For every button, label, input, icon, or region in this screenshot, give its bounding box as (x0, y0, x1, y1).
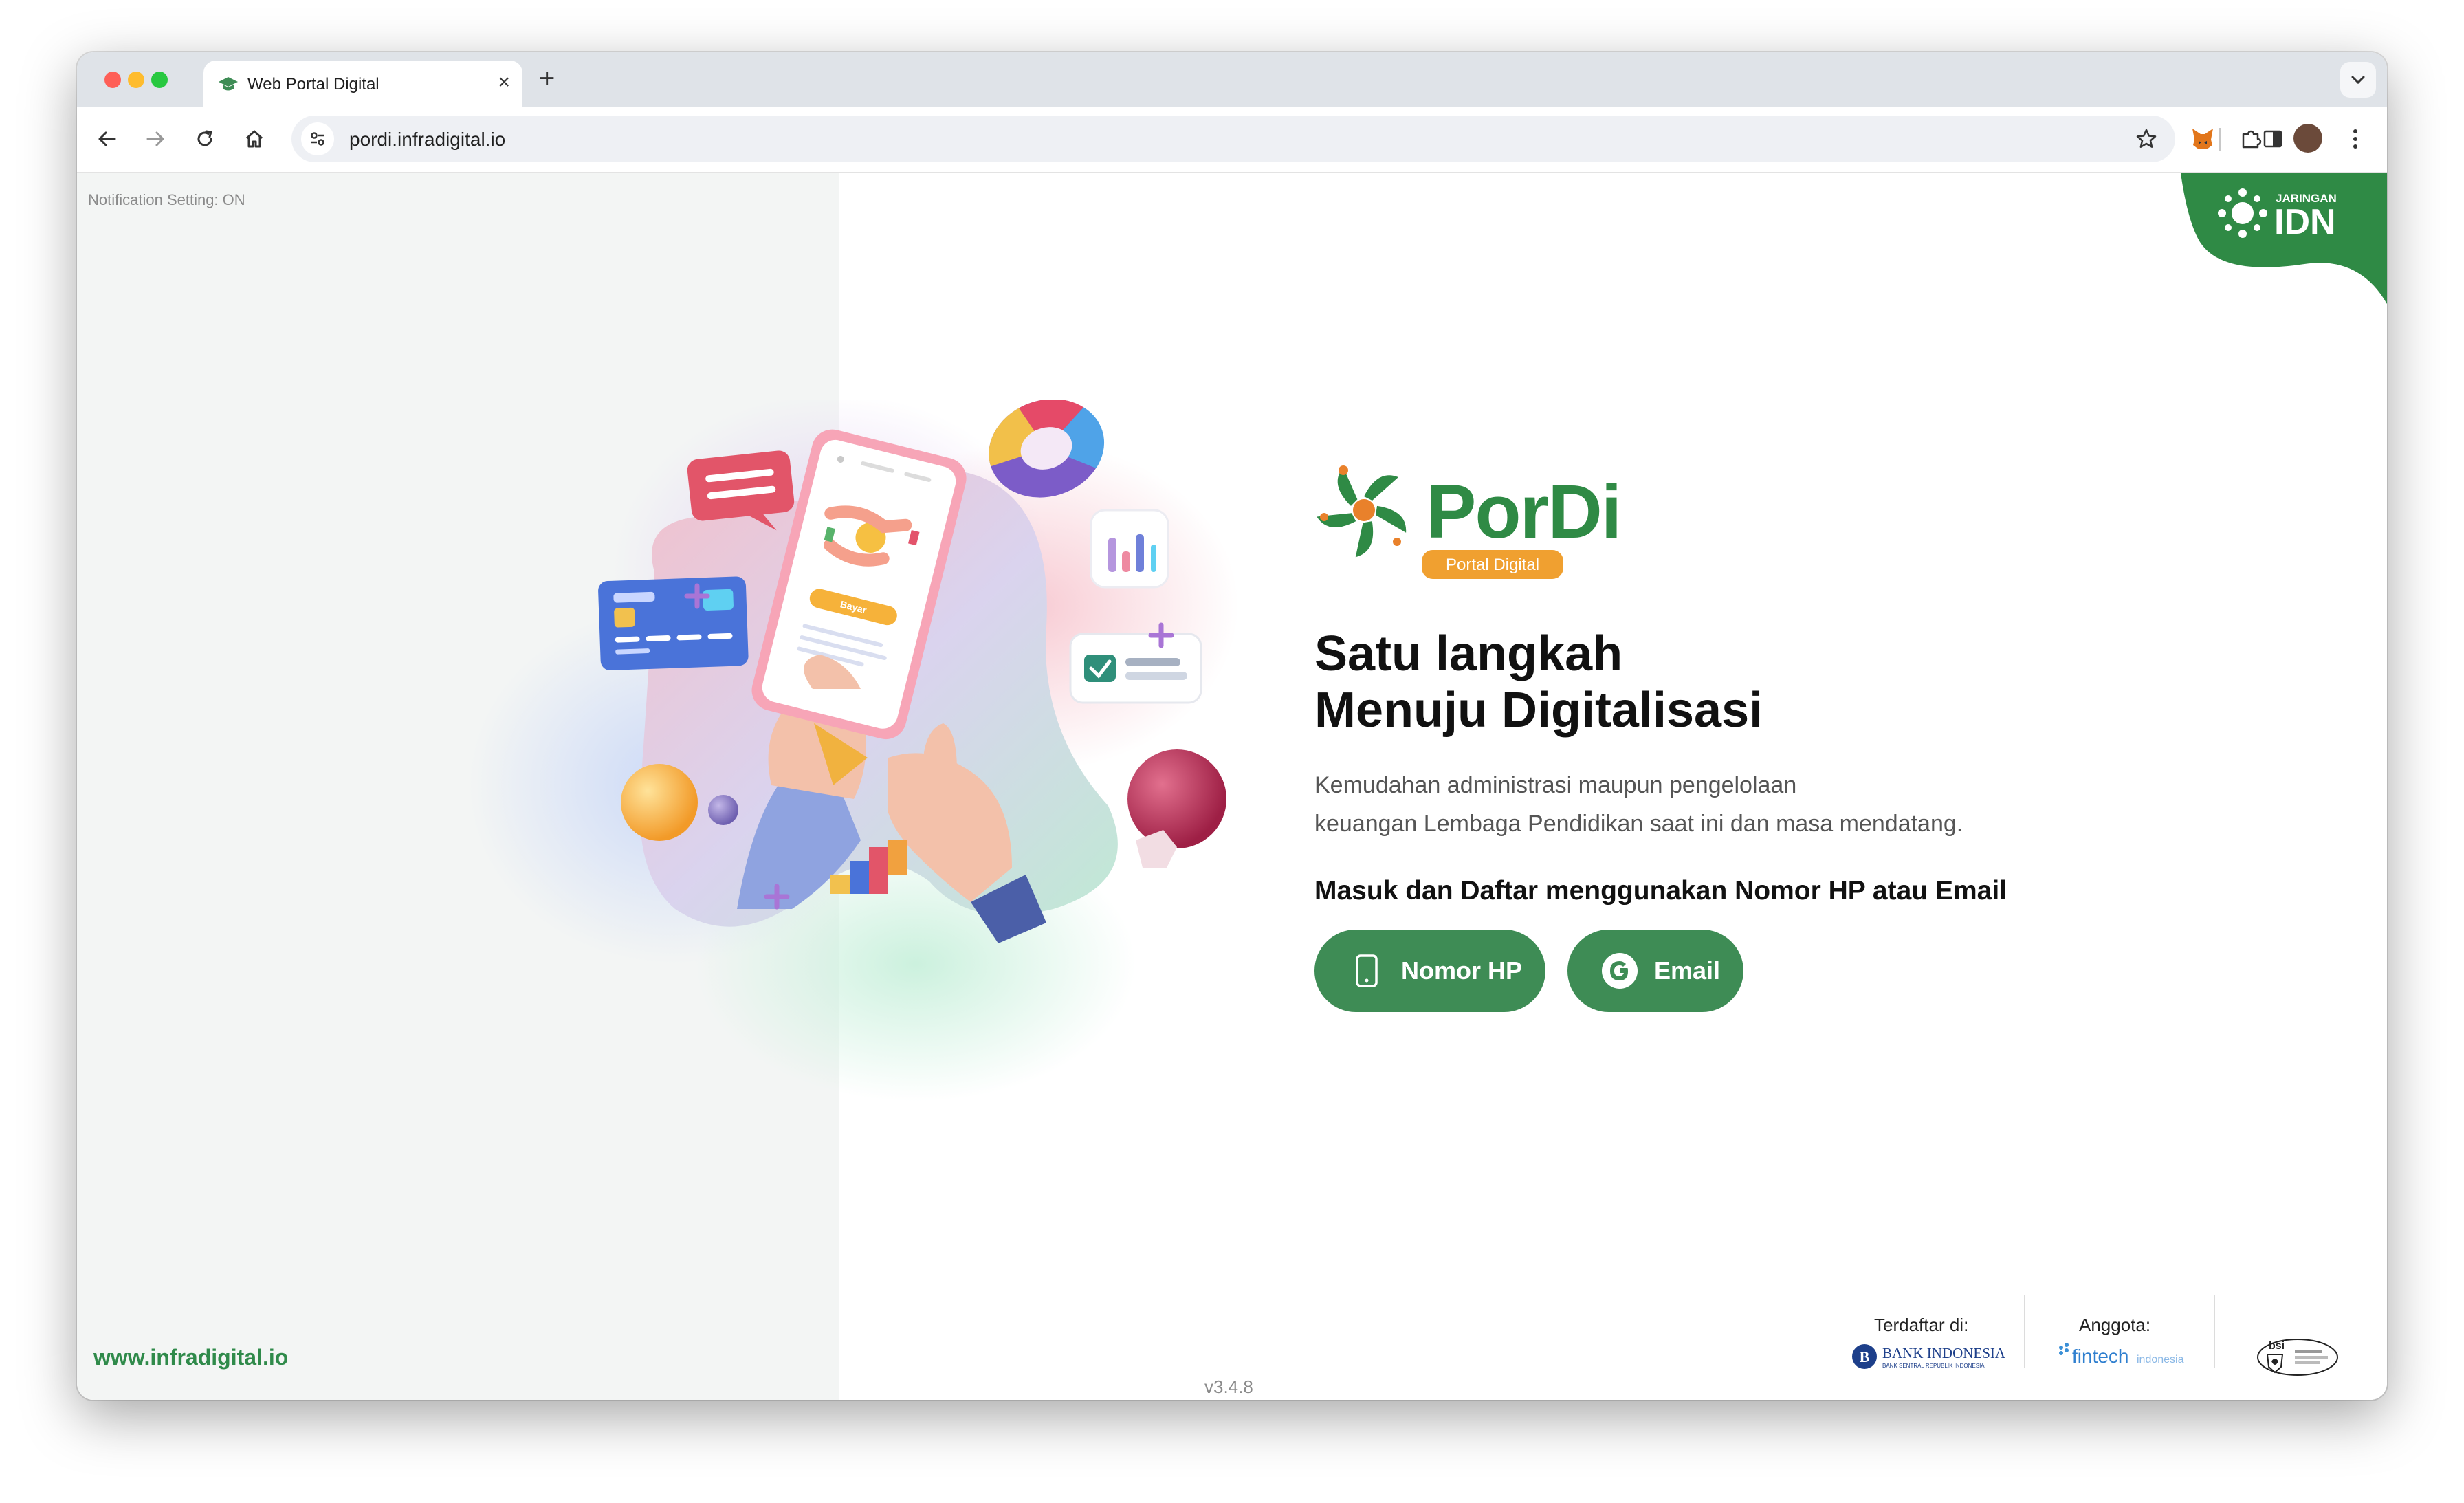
footer-divider (2024, 1295, 2025, 1368)
website-link[interactable]: www.infradigital.io (94, 1345, 288, 1370)
metamask-fox-icon[interactable] (2186, 122, 2219, 155)
phone-login-label: Nomor HP (1401, 956, 1523, 985)
payment-illustration: Bayar (469, 400, 1239, 1101)
logo-wordmark: PorDi (1426, 470, 1620, 554)
description-line-2: keuangan Lembaga Pendidikan saat ini dan… (1314, 811, 1964, 837)
idn-large-text: IDN (2274, 202, 2336, 242)
bsi-name: bsi (2269, 1340, 2285, 1352)
phone-login-button[interactable]: Nomor HP (1314, 930, 1546, 1012)
login-instruction: Masuk dan Daftar menggunakan Nomor HP at… (1314, 876, 2008, 906)
description: Kemudahan administrasi maupun pengelolaa… (1314, 766, 1963, 843)
toolbar-separator (2219, 128, 2221, 151)
google-icon (1602, 953, 1638, 989)
headline-line-2: Menuju Digitalisasi (1314, 683, 1763, 738)
plus-icon[interactable]: + (539, 62, 555, 95)
fintech-indonesia-logo: fintech indonesia (2059, 1343, 2184, 1367)
graduation-cap-icon (217, 73, 239, 95)
headline-line-1: Satu langkah (1314, 626, 1623, 681)
sidebar-icon[interactable] (2256, 122, 2289, 155)
tab-strip: Web Portal Digital × + (77, 52, 2387, 107)
kebab-menu-icon[interactable] (2339, 122, 2372, 155)
jaringan-idn-badge: JARINGAN IDN (2181, 173, 2387, 304)
bsi-certification-logo: bsi (2257, 1339, 2338, 1376)
star-icon[interactable] (2131, 124, 2162, 154)
app-version: v3.4.8 (1204, 1376, 1253, 1397)
page-content: Notification Setting: ON Bayar JARINGAN … (77, 173, 2387, 1400)
browser-toolbar: pordi.infradigital.io (77, 107, 2387, 173)
home-icon[interactable] (238, 122, 271, 155)
email-login-button[interactable]: Email (1568, 930, 1744, 1012)
svg-text:B: B (1860, 1348, 1870, 1365)
fintech-sub: indonesia (2137, 1354, 2184, 1365)
minimize-window-button[interactable] (128, 72, 144, 88)
pordi-logo: PorDi Portal Digital (1317, 465, 1622, 579)
close-icon[interactable]: × (498, 70, 510, 95)
fintech-name: fintech (2072, 1346, 2129, 1367)
zoom-window-button[interactable] (151, 72, 168, 88)
footer-divider (2214, 1295, 2215, 1368)
chevron-down-icon[interactable] (2340, 62, 2376, 98)
description-line-1: Kemudahan administrasi maupun pengelolaa… (1314, 772, 1797, 798)
smartphone-icon (1349, 953, 1385, 989)
email-login-label: Email (1654, 956, 1721, 985)
tune-icon[interactable] (301, 122, 334, 155)
active-tab[interactable]: Web Portal Digital × (204, 61, 522, 107)
bank-indonesia-name: BANK INDONESIA (1882, 1345, 2006, 1361)
member-label: Anggota: (2079, 1315, 2151, 1335)
notification-status: Notification Setting: ON (88, 191, 245, 208)
arrow-right-icon[interactable] (139, 122, 172, 155)
close-window-button[interactable] (104, 72, 121, 88)
profile-avatar[interactable] (2294, 124, 2322, 153)
browser-window: Web Portal Digital × + pordi.infradigita… (77, 52, 2387, 1400)
bank-indonesia-sub: BANK SENTRAL REPUBLIK INDONESIA (1882, 1363, 1985, 1369)
arrow-left-icon[interactable] (91, 122, 124, 155)
headline: Satu langkah Menuju Digitalisasi (1314, 626, 1763, 738)
bank-indonesia-logo: B BANK INDONESIA BANK SENTRAL REPUBLIK I… (1852, 1344, 2006, 1369)
registered-label: Terdaftar di: (1874, 1315, 1969, 1335)
logo-tagline: Portal Digital (1446, 556, 1539, 574)
tab-title: Web Portal Digital (248, 75, 380, 94)
address-bar[interactable]: pordi.infradigital.io (292, 116, 2175, 162)
url-text[interactable]: pordi.infradigital.io (349, 129, 505, 151)
reload-icon[interactable] (188, 122, 221, 155)
